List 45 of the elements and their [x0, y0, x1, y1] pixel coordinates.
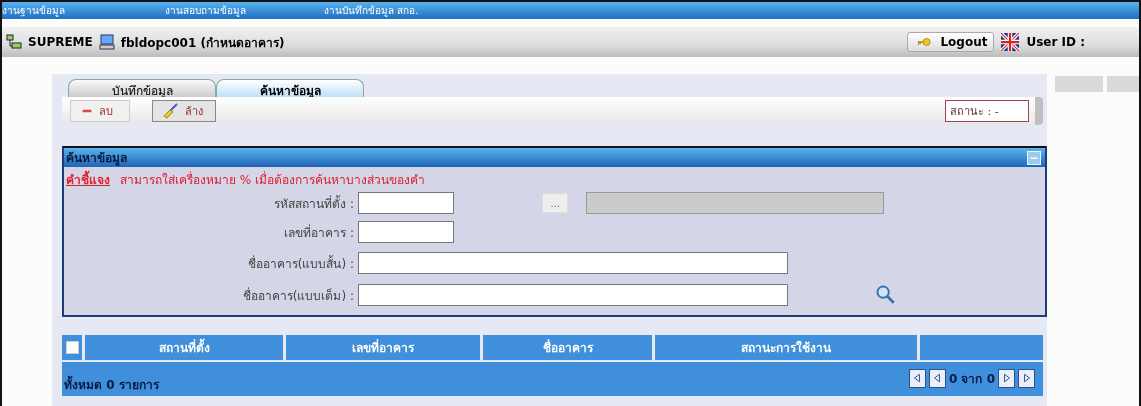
tab[interactable]: บันทึกข้อมูล: [68, 79, 216, 97]
menu-item[interactable]: งานฐานข้อมูล: [2, 3, 65, 18]
field-label: ชื่ออาคาร(แบบสั้น) :: [246, 254, 354, 273]
status-text: สถานะ : -: [945, 100, 1029, 122]
input-field[interactable]: [358, 192, 454, 214]
logout-button[interactable]: Logout: [907, 32, 995, 52]
input-field[interactable]: [358, 284, 788, 306]
first-icon: [912, 372, 923, 384]
first-page-button[interactable]: [908, 368, 926, 388]
page-info: 0 จาก 0: [948, 370, 995, 388]
field-label: ชื่ออาคาร(แบบเต็ม) :: [241, 286, 354, 305]
input-field[interactable]: [358, 252, 788, 274]
note-text: สามารถใส่เครื่องหมาย % เมื่อต้องการค้นหาบางส่วนของคำ: [120, 170, 426, 189]
brush-icon: [163, 103, 179, 119]
search-button[interactable]: [874, 284, 897, 306]
select-all-checkbox[interactable]: [65, 341, 79, 354]
program-title: fbldopc001 (กำหนดอาคาร): [120, 34, 285, 52]
network-icon: [6, 34, 22, 50]
last-page-button[interactable]: [1018, 368, 1035, 388]
column-header: สถานะการใช้งาน: [655, 335, 917, 360]
next-icon: [1001, 372, 1012, 384]
panel-title: ค้นหาข้อมูล: [66, 150, 127, 167]
column-header: เลขที่อาคาร: [286, 335, 480, 360]
field-label: เลขที่อาคาร :: [283, 223, 354, 242]
column-header: สถานที่ตั้ง: [85, 335, 283, 360]
input-field[interactable]: [358, 221, 454, 243]
previous-page-button[interactable]: [928, 368, 946, 388]
field-label: รหัสสถานที่ตั้ง :: [273, 194, 354, 213]
flag-icon: [1000, 33, 1021, 51]
collapse-button[interactable]: [1027, 150, 1041, 165]
next-page-button[interactable]: [998, 368, 1015, 388]
total-count: ทั้งหมด 0 รายการ: [64, 374, 159, 394]
column-header: ชื่ออาคาร: [483, 335, 652, 360]
note-label: คำชี้แจง: [66, 170, 110, 189]
menu-item[interactable]: งานสอบถามข้อมูล: [165, 3, 246, 18]
computer-icon: [98, 34, 115, 50]
tab[interactable]: ค้นหาข้อมูล: [216, 79, 364, 97]
user-id-label: User ID :: [1026, 35, 1085, 49]
previous-icon: [932, 372, 943, 384]
search-icon: [875, 284, 896, 304]
lookup-button[interactable]: ...: [542, 193, 569, 213]
last-icon: [1021, 372, 1032, 384]
system-name: SUPREME: [28, 35, 93, 49]
menu-item[interactable]: งานบันทึกข้อมูล สกอ.: [324, 3, 419, 18]
clear-button[interactable]: ล้าง: [152, 100, 216, 122]
